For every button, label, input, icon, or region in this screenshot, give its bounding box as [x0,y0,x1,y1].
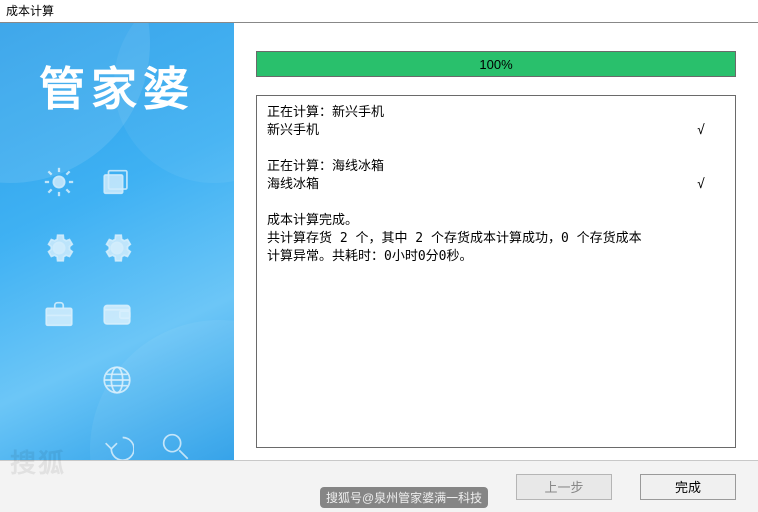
progress-label: 100% [257,52,735,76]
brand-logo: 管家婆 [0,53,234,119]
watermark-text: 搜狐号@泉州管家婆满一科技 [320,487,488,508]
globe-icon [100,363,134,400]
log-line: 新兴手机 √ [267,122,725,140]
prev-button[interactable]: 上一步 [516,474,612,500]
log-line: 海线冰箱 √ [267,176,725,194]
log-text: 计算异常。共耗时：0小时0分0秒。 [267,248,472,266]
sidebar: 管家婆 [0,23,234,460]
log-line: 共计算存货 2 个，其中 2 个存货成本计算成功，0 个存货成本 [267,230,725,248]
log-text: 正在计算：新兴手机 [267,104,384,122]
magnify-icon [158,429,192,461]
sun-icon [42,165,76,202]
progress-bar: 100% [256,51,736,77]
main-panel: 100% 正在计算：新兴手机新兴手机 √ 正在计算：海线冰箱海线冰箱 √ 成本计算完… [234,23,758,460]
log-line: 正在计算：海线冰箱 [267,158,725,176]
log-spacer [267,194,725,212]
footer: 搜狐 上一步 完成 搜狐号@泉州管家婆满一科技 [0,460,758,512]
log-text: 正在计算：海线冰箱 [267,158,384,176]
sidebar-icon-grid [30,153,204,450]
log-line: 成本计算完成。 [267,212,725,230]
window-title: 成本计算 [0,0,758,22]
window-body: 管家婆 100% 正在计算：新兴手机新兴手机 √ 正在计算：海线冰箱海线冰箱 √ 成… [0,22,758,460]
done-button[interactable]: 完成 [640,474,736,500]
log-text: 共计算存货 2 个，其中 2 个存货成本计算成功，0 个存货成本 [267,230,642,248]
stack-icon [100,165,134,202]
log-line: 正在计算：新兴手机 [267,104,725,122]
gear-icon [42,231,76,268]
briefcase-icon [42,297,76,334]
log-text: 海线冰箱 [267,176,319,194]
log-text: 成本计算完成。 [267,212,358,230]
check-icon: √ [697,176,701,194]
log-text: 新兴手机 [267,122,319,140]
watermark-brand: 搜狐 [10,443,66,480]
gear-outline-icon [100,231,134,268]
check-icon: √ [697,122,701,140]
log-line: 计算异常。共耗时：0小时0分0秒。 [267,248,725,266]
wallet-icon [100,297,134,334]
app-window: 成本计算 管家婆 100% 正在计算：新兴手机新兴手机 √ 正在计算：海线冰箱海线… [0,0,758,512]
undo-icon [100,429,134,461]
log-spacer [267,140,725,158]
log-panel[interactable]: 正在计算：新兴手机新兴手机 √ 正在计算：海线冰箱海线冰箱 √ 成本计算完成。共计算… [256,95,736,448]
